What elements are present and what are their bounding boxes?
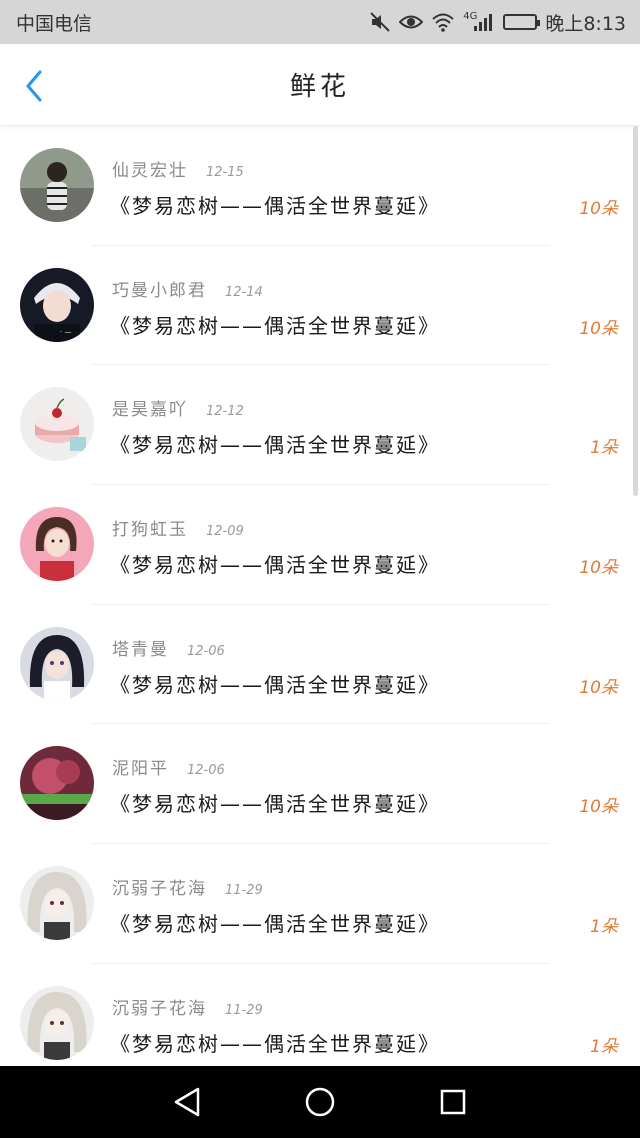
carrier-label: 中国电信 bbox=[16, 12, 93, 35]
post-date: 12-06 bbox=[187, 763, 225, 779]
post-date: 12-06 bbox=[187, 643, 225, 659]
avatar[interactable] bbox=[20, 507, 94, 582]
svg-text:· —: · — bbox=[60, 328, 71, 336]
list-item[interactable]: 打狗虹玉 12-09 《梦易恋树——偶活全世界蔓延》 10朵 bbox=[0, 485, 640, 605]
status-bar: 中国电信 4G 晚上8:13 bbox=[0, 0, 640, 44]
post-date: 12-15 bbox=[206, 165, 244, 180]
system-nav-bar bbox=[0, 1066, 640, 1138]
flower-list[interactable]: 仙灵宏壮 12-15 《梦易恋树——偶活全世界蔓延》 10朵 · — 巧曼小郎君… bbox=[0, 126, 640, 1066]
clock: 晚上8:13 bbox=[545, 12, 626, 35]
list-item[interactable]: · — 巧曼小郎君 12-14 《梦易恋树——偶活全世界蔓延》 10朵 bbox=[0, 246, 640, 366]
status-icons: 4G 晚上8:13 bbox=[369, 9, 626, 36]
user-name[interactable]: 打狗虹玉 bbox=[112, 515, 188, 540]
post-title[interactable]: 《梦易恋树——偶活全世界蔓延》 bbox=[110, 788, 440, 817]
back-button[interactable] bbox=[18, 70, 50, 102]
nav-bar: 鲜花 bbox=[0, 44, 640, 126]
flower-count: 10朵 bbox=[579, 199, 618, 219]
post-title[interactable]: 《梦易恋树——偶活全世界蔓延》 bbox=[110, 429, 440, 458]
avatar[interactable] bbox=[20, 866, 94, 941]
user-name[interactable]: 沉弱子花海 bbox=[112, 874, 207, 899]
flower-count: 10朵 bbox=[579, 318, 618, 339]
system-recents-button[interactable] bbox=[433, 1082, 473, 1122]
flower-count: 1朵 bbox=[590, 438, 618, 459]
eye-icon bbox=[399, 10, 424, 34]
user-name[interactable]: 沉弱子花海 bbox=[112, 994, 207, 1019]
post-date: 11-29 bbox=[225, 883, 263, 899]
flower-count: 1朵 bbox=[590, 1036, 618, 1057]
list-item[interactable]: 泥阳平 12-06 《梦易恋树——偶活全世界蔓延》 10朵 bbox=[0, 724, 640, 845]
post-title[interactable]: 《梦易恋树——偶活全世界蔓延》 bbox=[110, 908, 440, 937]
avatar[interactable] bbox=[20, 746, 94, 821]
list-item[interactable]: 沉弱子花海 11-29 《梦易恋树——偶活全世界蔓延》 1朵 bbox=[0, 844, 640, 964]
post-date: 12-14 bbox=[225, 284, 263, 300]
post-title[interactable]: 《梦易恋树——偶活全世界蔓延》 bbox=[110, 1028, 440, 1057]
list-item[interactable]: 仙灵宏壮 12-15 《梦易恋树——偶活全世界蔓延》 10朵 bbox=[0, 126, 640, 246]
home-circle-icon bbox=[305, 1087, 335, 1117]
user-name[interactable]: 是昊嘉吖 bbox=[112, 395, 188, 420]
list-item[interactable]: 塔青曼 12-06 《梦易恋树——偶活全世界蔓延》 10朵 bbox=[0, 605, 640, 725]
avatar[interactable] bbox=[20, 387, 94, 462]
recents-square-icon bbox=[441, 1089, 466, 1115]
back-triangle-icon bbox=[174, 1087, 199, 1117]
user-name[interactable]: 泥阳平 bbox=[112, 754, 169, 779]
post-title[interactable]: 《梦易恋树——偶活全世界蔓延》 bbox=[110, 310, 440, 339]
page-title: 鲜花 bbox=[289, 72, 350, 102]
flower-count: 10朵 bbox=[579, 677, 618, 698]
flower-count: 10朵 bbox=[579, 797, 618, 818]
avatar[interactable]: · — bbox=[20, 267, 94, 342]
post-title[interactable]: 《梦易恋树——偶活全世界蔓延》 bbox=[110, 549, 440, 578]
post-title[interactable]: 《梦易恋树——偶活全世界蔓延》 bbox=[110, 190, 440, 219]
wifi-icon bbox=[431, 10, 455, 34]
user-name[interactable]: 塔青曼 bbox=[112, 635, 169, 660]
avatar[interactable] bbox=[20, 985, 94, 1060]
network-type: 4G bbox=[463, 10, 478, 22]
post-title[interactable]: 《梦易恋树——偶活全世界蔓延》 bbox=[110, 669, 440, 698]
system-back-button[interactable] bbox=[167, 1082, 207, 1122]
list-item[interactable]: 是昊嘉吖 12-12 《梦易恋树——偶活全世界蔓延》 1朵 bbox=[0, 365, 640, 486]
flower-count: 10朵 bbox=[579, 558, 618, 579]
signal-icon: 4G bbox=[463, 10, 495, 34]
post-date: 12-12 bbox=[206, 404, 244, 420]
avatar[interactable] bbox=[20, 148, 94, 222]
chevron-left-icon bbox=[26, 70, 42, 102]
post-date: 11-29 bbox=[225, 1002, 263, 1018]
user-name[interactable]: 巧曼小郎君 bbox=[112, 276, 207, 301]
system-home-button[interactable] bbox=[300, 1082, 340, 1122]
flower-count: 1朵 bbox=[590, 917, 618, 938]
battery-icon bbox=[503, 10, 541, 34]
post-date: 12-09 bbox=[206, 524, 244, 540]
mute-icon bbox=[369, 10, 391, 34]
user-name[interactable]: 仙灵宏壮 bbox=[112, 156, 188, 181]
avatar[interactable] bbox=[20, 626, 94, 701]
list-item[interactable]: 沉弱子花海 11-29 《梦易恋树——偶活全世界蔓延》 1朵 bbox=[0, 964, 640, 1066]
